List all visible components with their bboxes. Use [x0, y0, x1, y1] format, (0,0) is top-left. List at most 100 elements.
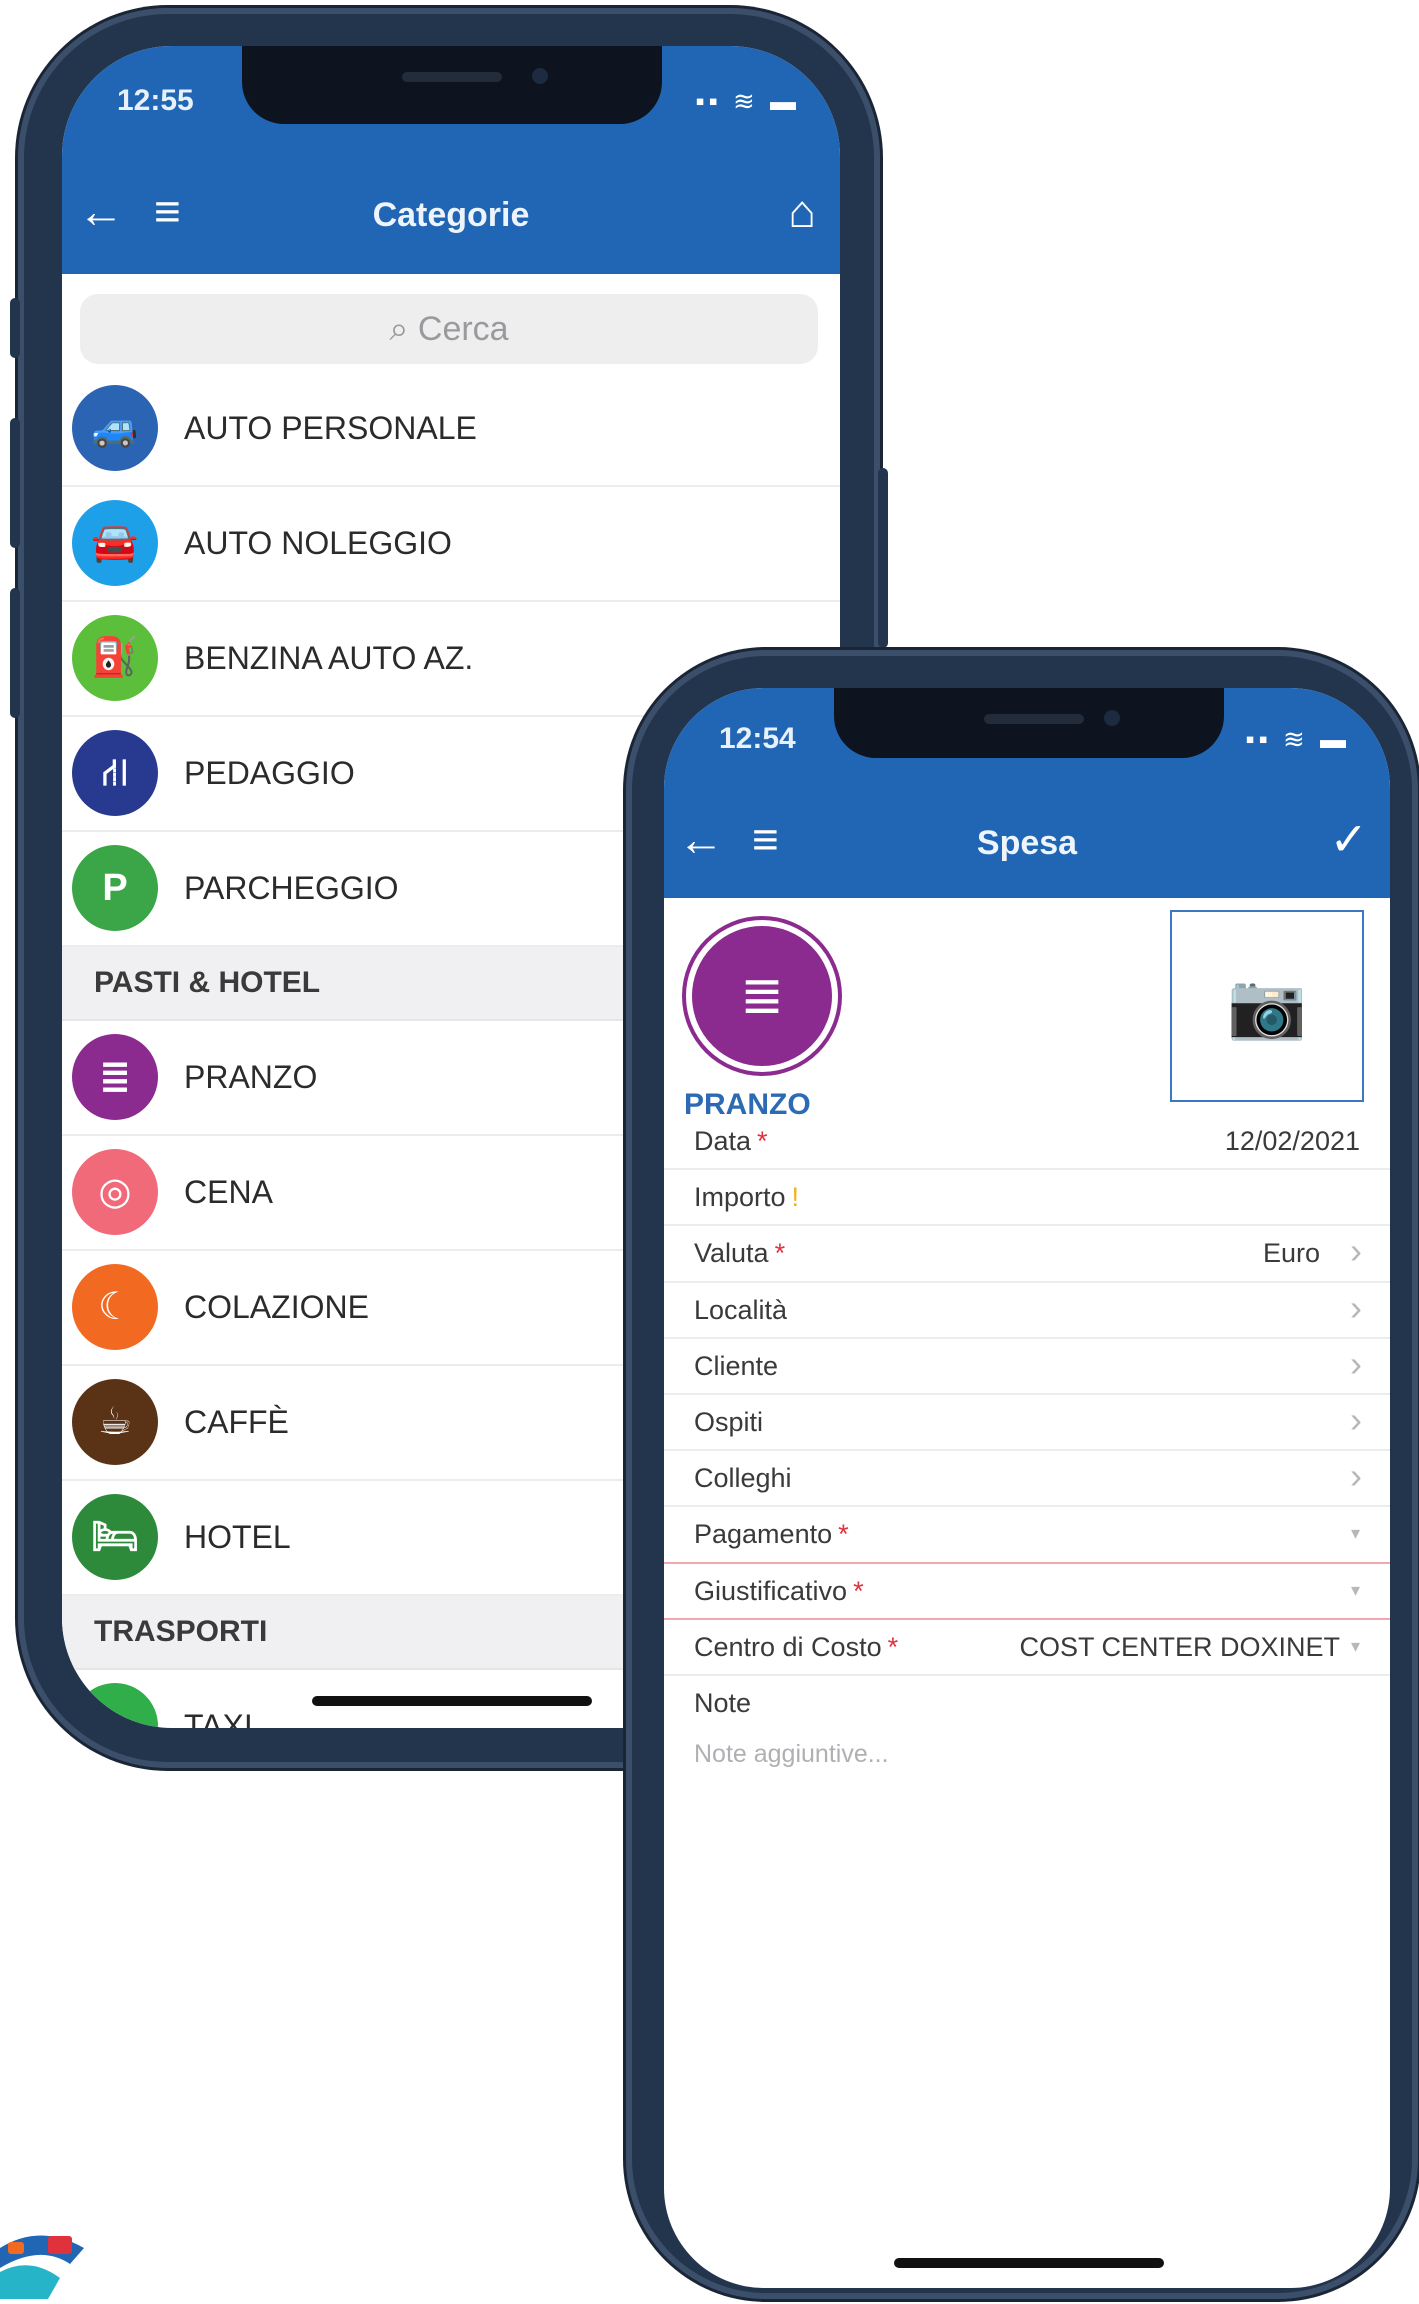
form-field-importo[interactable]: Importo!: [664, 1168, 1390, 1227]
nav-bar: ← ≡ Categorie ⌂: [62, 156, 840, 274]
front-camera: [532, 68, 548, 84]
required-marker: *: [853, 1575, 864, 1606]
field-value: 12/02/2021: [1224, 1126, 1360, 1156]
form-field-centro-di-costo[interactable]: Centro di Costo * COST CENTER DOXINET ▾: [664, 1618, 1390, 1676]
category-item[interactable]: 🚘 AUTO NOLEGGIO: [62, 487, 840, 602]
form-field-data[interactable]: Data * 12/02/2021: [664, 1112, 1390, 1171]
front-camera: [1104, 710, 1120, 726]
required-marker: *: [774, 1238, 786, 1269]
home-indicator: [894, 2258, 1164, 2268]
form-field-valuta[interactable]: Valuta * Euro ›: [664, 1224, 1390, 1283]
status-icons: ▪▪ ≋ ▬: [1245, 724, 1350, 754]
right-phone-screen: 12:54 ▪▪ ≋ ▬ ← ≡ Spesa ✓ ≣ PRANZO 📷 Data…: [664, 688, 1390, 2288]
field-label: Importo!: [694, 1182, 799, 1213]
category-item-label: CAFFÈ: [184, 1404, 289, 1440]
camera-icon: 📷: [1227, 969, 1307, 1042]
field-label: Cliente: [694, 1351, 778, 1382]
lunch-icon[interactable]: ≣: [686, 920, 838, 1072]
category-item-label: HOTEL: [184, 1519, 291, 1555]
required-marker: *: [757, 1126, 768, 1156]
chevron-down-icon: ▾: [1350, 1635, 1360, 1656]
search-input[interactable]: ⌕ Cerca: [80, 294, 818, 364]
right-phone-frame: 12:54 ▪▪ ≋ ▬ ← ≡ Spesa ✓ ≣ PRANZO 📷 Data…: [626, 650, 1418, 2299]
speaker: [402, 72, 502, 82]
form-field-localit-[interactable]: Località ›: [664, 1281, 1390, 1339]
field-label-text: Ospiti: [694, 1407, 764, 1437]
field-value: COST CENTER DOXINET: [1019, 1631, 1340, 1662]
dinner-plate-icon: ◎: [72, 1149, 158, 1235]
field-label: Pagamento *: [694, 1519, 849, 1550]
form-field-colleghi[interactable]: Colleghi ›: [664, 1449, 1390, 1508]
form-field-giustificativo[interactable]: Giustificativo * ▾: [664, 1562, 1390, 1620]
warning-marker: !: [791, 1182, 800, 1213]
field-label: Località: [694, 1295, 787, 1326]
side-button: [10, 588, 20, 718]
field-label: Giustificativo *: [694, 1576, 864, 1607]
fuel-pump-icon: ⛽: [72, 615, 158, 701]
category-item-label: BENZINA AUTO AZ.: [184, 640, 474, 676]
brand-logo-fragment: [0, 2228, 90, 2299]
field-label: Colleghi: [694, 1463, 792, 1494]
chevron-right-icon: ›: [1350, 1399, 1362, 1440]
camera-notch: [242, 46, 662, 124]
field-label: Valuta *: [694, 1238, 785, 1269]
field-label-text: Importo: [694, 1182, 786, 1213]
chevron-right-icon: ›: [1350, 1455, 1362, 1497]
category-item[interactable]: 🚙 AUTO PERSONALE: [62, 372, 840, 487]
side-button: [10, 298, 20, 358]
car-icon: 🚙: [72, 385, 158, 471]
note-label: Note: [694, 1688, 752, 1718]
chevron-right-icon: ›: [1350, 1230, 1362, 1272]
rental-car-icon: 🚘: [72, 500, 158, 586]
status-time: 12:54: [719, 722, 796, 755]
croissant-icon: ☾: [72, 1264, 158, 1350]
coffee-cup-icon: ☕: [72, 1379, 158, 1465]
category-item-label: PRANZO: [184, 1059, 318, 1095]
lunch-icon: ≣: [72, 1034, 158, 1120]
field-label-text: Cliente: [694, 1350, 779, 1381]
field-label-text: Colleghi: [694, 1463, 792, 1494]
field-label: Data *: [694, 1126, 768, 1157]
status-icons: ▪▪ ≋ ▬: [695, 86, 800, 116]
attach-photo-button[interactable]: 📷: [1170, 910, 1364, 1102]
category-item-label: AUTO NOLEGGIO: [184, 525, 452, 561]
field-label-text: Pagamento: [694, 1519, 833, 1550]
form-field-ospiti[interactable]: Ospiti ›: [664, 1393, 1390, 1452]
category-item-label: COLAZIONE: [184, 1289, 369, 1325]
category-item-label: TAXI: [184, 1708, 253, 1728]
chevron-down-icon: ▾: [1350, 1523, 1360, 1544]
speaker: [984, 714, 1084, 724]
category-item-label: PARCHEGGIO: [184, 870, 399, 906]
home-icon[interactable]: ⌂: [788, 186, 816, 236]
home-indicator: [312, 1696, 592, 1706]
field-label: Ospiti: [694, 1407, 763, 1438]
field-label-text: Centro di Costo: [694, 1631, 882, 1662]
camera-notch: [834, 688, 1224, 758]
page-title: Spesa: [976, 824, 1078, 862]
field-label-text: Data: [694, 1126, 752, 1156]
field-label-text: Giustificativo: [694, 1575, 848, 1606]
highway-toll-icon: ⛙: [72, 730, 158, 816]
taxi-icon: 🚕: [72, 1683, 158, 1728]
field-label-text: Località: [694, 1294, 788, 1325]
category-item-label: PEDAGGIO: [184, 755, 355, 791]
side-button: [878, 468, 888, 648]
field-value: Euro: [1262, 1238, 1320, 1269]
nav-bar: ← ≡ Spesa ✓: [664, 788, 1390, 898]
note-textarea[interactable]: Note aggiuntive...: [694, 1740, 1354, 1860]
form-field-cliente[interactable]: Cliente ›: [664, 1337, 1390, 1395]
form-field-pagamento[interactable]: Pagamento * ▾: [664, 1505, 1390, 1564]
hotel-bed-icon: 🛏: [72, 1494, 158, 1580]
chevron-down-icon: ▾: [1350, 1579, 1360, 1600]
page-title: Categorie: [372, 196, 530, 234]
category-item-label: AUTO PERSONALE: [184, 410, 477, 446]
chevron-right-icon: ›: [1350, 1286, 1362, 1328]
field-label: Centro di Costo *: [694, 1632, 898, 1663]
search-icon: ⌕: [389, 310, 409, 348]
category-item-label: CENA: [184, 1174, 273, 1210]
parking-icon: P: [72, 845, 158, 931]
required-marker: *: [838, 1519, 849, 1550]
required-marker: *: [887, 1631, 899, 1662]
chevron-right-icon: ›: [1350, 1342, 1362, 1384]
checkmark-icon[interactable]: ✓: [1329, 814, 1368, 864]
